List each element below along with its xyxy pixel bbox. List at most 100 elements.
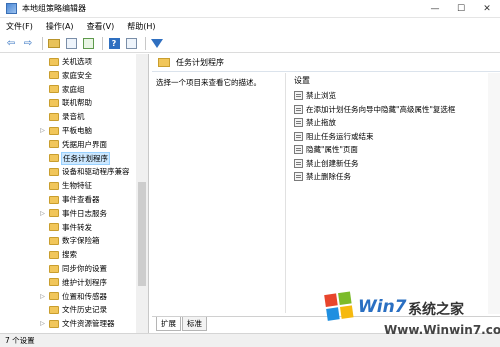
chevron-right-icon[interactable]: ▷ — [38, 127, 47, 134]
tree-item[interactable]: 凭据用户界面 — [38, 139, 107, 150]
arrow-right-icon: ⇨ — [23, 37, 33, 49]
tree-item[interactable]: 同步你的设置 — [38, 263, 107, 274]
minimize-button[interactable]: — — [422, 0, 448, 18]
folder-icon — [49, 292, 59, 301]
tree-item[interactable]: ▷ 文件资源管理器 — [38, 318, 115, 329]
console-tree-icon — [65, 37, 77, 49]
folder-icon — [49, 250, 59, 259]
tree-item[interactable]: 搜索 — [38, 249, 77, 260]
folder-up-icon — [48, 38, 60, 48]
description-text: 选择一个项目来查看它的描述。 — [156, 78, 261, 87]
window-controls: — ☐ ✕ — [422, 0, 500, 18]
show-hide-tree-button[interactable] — [64, 36, 78, 50]
folder-icon — [49, 85, 59, 94]
setting-row[interactable]: 禁止创建新任务 — [294, 157, 455, 171]
chevron-right-icon[interactable]: ▷ — [38, 293, 47, 300]
folder-icon — [49, 278, 59, 287]
setting-row[interactable]: 隐藏"属性"页面 — [294, 143, 455, 157]
tab-standard[interactable]: 标准 — [182, 317, 207, 331]
tree-item[interactable]: 文件历史记录 — [38, 304, 107, 315]
help-button[interactable]: ? — [107, 36, 121, 50]
forward-button[interactable]: ⇨ — [21, 36, 35, 50]
close-button[interactable]: ✕ — [474, 0, 500, 18]
tree-item[interactable]: 任务计划程序 — [38, 151, 110, 165]
properties-button[interactable] — [124, 36, 138, 50]
tree-item-label: 文件资源管理器 — [62, 319, 115, 329]
setting-row[interactable]: 禁止删除任务 — [294, 170, 455, 184]
policy-setting-icon — [294, 172, 303, 182]
tree-item[interactable]: 事件转发 — [38, 222, 92, 233]
site-watermark: Win7 系统之家 Www.Winwin7.com — [324, 291, 500, 347]
menu-view[interactable]: 查看(V) — [87, 21, 115, 32]
tree-item[interactable]: 事件查看器 — [38, 194, 100, 205]
tree-scrollbar[interactable] — [136, 54, 148, 333]
folder-icon — [49, 181, 59, 190]
status-text: 7 个设置 — [5, 336, 35, 345]
details-scrollbar[interactable] — [488, 73, 500, 314]
toolbar-separator — [145, 36, 146, 50]
tree-item-label: 事件转发 — [62, 222, 92, 232]
tree-item[interactable]: ▷ 位置和传感器 — [38, 291, 107, 302]
folder-icon — [49, 154, 59, 163]
setting-label: 禁止删除任务 — [306, 172, 351, 182]
settings-list: 禁止浏览 在添加计划任务向导中隐藏"高级属性"复选框 禁止拖放阻止任务运行或结束 隐藏… — [294, 89, 455, 184]
watermark-subtitle: 系统之家 — [408, 302, 464, 318]
tree-item[interactable]: 关机选项 — [38, 56, 92, 67]
tree-item[interactable]: ▷ 平板电脑 — [38, 125, 92, 136]
tree-item[interactable]: 家庭组 — [38, 84, 85, 95]
setting-row[interactable]: 在添加计划任务向导中隐藏"高级属性"复选框 — [294, 103, 455, 117]
tab-extended[interactable]: 扩展 — [156, 317, 181, 331]
folder-icon — [49, 71, 59, 80]
setting-row[interactable]: 禁止拖放 — [294, 116, 455, 130]
tree-item-label: 设备和驱动程序兼容 — [62, 167, 130, 177]
tree-item-label: 凭据用户界面 — [62, 139, 107, 149]
menu-action[interactable]: 操作(A) — [46, 21, 74, 32]
chevron-right-icon[interactable]: ▷ — [38, 210, 47, 217]
folder-icon — [158, 58, 170, 67]
tree-item[interactable]: ▷ 事件日志服务 — [38, 208, 107, 219]
console-tree[interactable]: 关机选项家庭安全家庭组联机帮助录音机 ▷ 平板电脑凭据用户界面任务计划程序设备和驱动… — [0, 54, 149, 333]
filter-button[interactable] — [150, 36, 164, 50]
setting-row[interactable]: 禁止浏览 — [294, 89, 455, 103]
column-header-setting[interactable]: 设置 — [294, 75, 310, 86]
setting-label: 隐藏"属性"页面 — [306, 145, 358, 155]
tree-item-label: 任务计划程序 — [61, 151, 110, 165]
up-folder-button[interactable] — [47, 36, 61, 50]
folder-icon — [49, 98, 59, 107]
tree-item-label: 事件查看器 — [62, 195, 100, 204]
folder-icon — [49, 167, 59, 176]
tree-item[interactable]: 维护计划程序 — [38, 277, 107, 288]
setting-label: 禁止拖放 — [306, 118, 336, 128]
tree-item[interactable]: 生物特征 — [38, 180, 92, 191]
tree-item-label: 联机帮助 — [62, 98, 92, 108]
details-header: 任务计划程序 — [152, 54, 500, 72]
tree-item[interactable]: 数字保险箱 — [38, 235, 100, 246]
tree-item-label: 家庭组 — [62, 84, 85, 94]
tree-scrollbar-thumb[interactable] — [138, 182, 146, 286]
tree-item[interactable]: 联机帮助 — [38, 97, 92, 108]
chevron-right-icon[interactable]: ▷ — [38, 320, 47, 327]
windows-logo-icon — [324, 291, 356, 323]
menu-help[interactable]: 帮助(H) — [127, 21, 155, 32]
menu-file[interactable]: 文件(F) — [6, 21, 33, 32]
tree-item-label: 关机选项 — [62, 57, 92, 66]
folder-icon — [49, 236, 59, 245]
details-pane: 任务计划程序 选择一个项目来查看它的描述。 设置 禁止浏览 在添加计划任务向导中隐… — [152, 54, 500, 333]
tree-item-label: 生物特征 — [62, 181, 92, 191]
back-button[interactable]: ⇦ — [4, 36, 18, 50]
title-bar: 本地组策略编辑器 — ☐ ✕ — [0, 0, 500, 18]
toolbar-separator — [42, 36, 43, 50]
watermark-url: Www.Winwin7.com — [384, 323, 500, 337]
folder-icon — [49, 305, 59, 314]
policy-setting-icon — [294, 104, 303, 114]
tree-item[interactable]: 录音机 — [38, 111, 85, 122]
tree-item[interactable]: 家庭安全 — [38, 70, 92, 81]
folder-icon — [49, 209, 59, 218]
setting-row[interactable]: 阻止任务运行或结束 — [294, 130, 455, 144]
export-list-button[interactable] — [81, 36, 95, 50]
tree-item[interactable]: 设备和驱动程序兼容 — [38, 166, 130, 177]
filter-icon — [151, 38, 163, 48]
folder-icon — [49, 57, 59, 66]
folder-icon — [49, 112, 59, 121]
maximize-button[interactable]: ☐ — [448, 0, 474, 18]
